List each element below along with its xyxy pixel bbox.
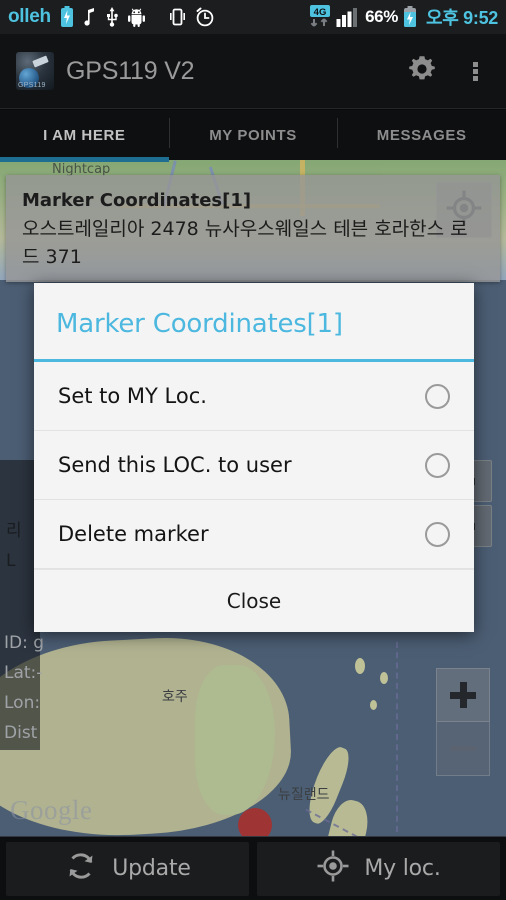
- radio-button-icon[interactable]: [425, 383, 450, 409]
- radio-button-icon[interactable]: [425, 521, 450, 547]
- dialog-option-delete-marker[interactable]: Delete marker: [34, 500, 474, 569]
- dialog-option-label: Delete marker: [58, 522, 209, 546]
- dialog-title: Marker Coordinates[1]: [34, 283, 474, 362]
- marker-coordinates-dialog: Marker Coordinates[1] Set to MY Loc. Sen…: [34, 283, 474, 632]
- dialog-option-label: Set to MY Loc.: [58, 384, 207, 408]
- dialog-option-send-loc-to-user[interactable]: Send this LOC. to user: [34, 431, 474, 500]
- dialog-option-label: Send this LOC. to user: [58, 453, 292, 477]
- dialog-option-set-to-my-loc[interactable]: Set to MY Loc.: [34, 362, 474, 431]
- app-root: olleh 4G 66% 오후 9:52 GPS119 GPS119 V2 I …: [0, 0, 506, 900]
- dialog-close-label: Close: [226, 589, 282, 613]
- dialog-close-button[interactable]: Close: [34, 569, 474, 632]
- radio-button-icon[interactable]: [425, 452, 450, 478]
